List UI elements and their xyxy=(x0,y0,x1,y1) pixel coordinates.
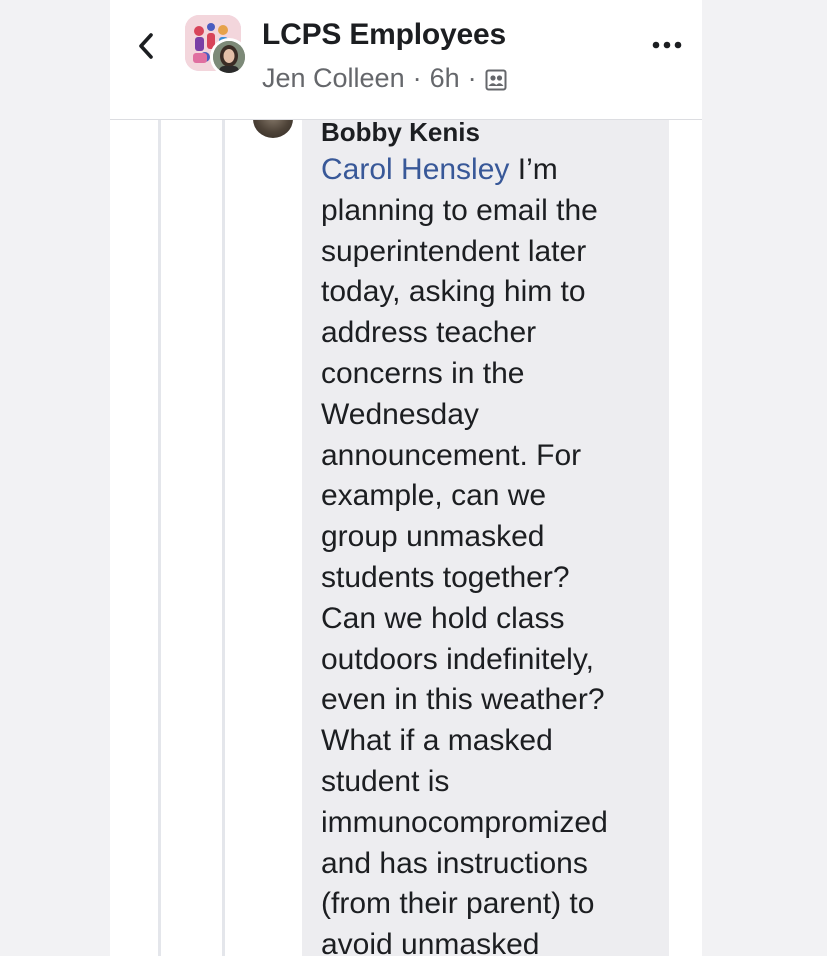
comment-line: immunocompromized xyxy=(321,805,608,839)
comment-line: concerns in the xyxy=(321,356,525,390)
mention-link[interactable]: Carol Hensley xyxy=(321,153,509,186)
person-photo-icon xyxy=(213,41,245,73)
post-page: LCPS Employees Jen Colleen · 6h · Bobby … xyxy=(110,0,702,956)
more-horizontal-icon xyxy=(652,41,682,49)
comment-line: outdoors indefinitely, xyxy=(321,642,594,676)
comment-line: Wednesday xyxy=(321,397,479,431)
comment-line: What if a masked xyxy=(321,724,553,758)
post-time[interactable]: 6h xyxy=(430,63,460,94)
comment-line: Can we hold class xyxy=(321,601,565,635)
comment-text: Carol Hensley I’m planning to email the … xyxy=(321,150,661,956)
chevron-left-icon xyxy=(139,33,153,59)
comment-line: students together? xyxy=(321,560,570,594)
thread-line xyxy=(158,119,161,956)
comment-line: announcement. For xyxy=(321,438,582,472)
comment-line: avoid unmasked xyxy=(321,928,540,956)
comment-line: student is xyxy=(321,764,450,798)
comment-line: and has instructions xyxy=(321,846,588,880)
comment-line: address teacher xyxy=(321,316,537,350)
group-audience-icon xyxy=(485,69,507,90)
comment-line: even in this weather? xyxy=(321,683,605,717)
comment-line: planning to email the xyxy=(321,193,598,227)
comment-line: today, asking him to xyxy=(321,275,586,309)
more-options-button[interactable] xyxy=(647,30,687,60)
comment-line: (from their parent) to xyxy=(321,887,595,921)
post-meta: Jen Colleen · 6h · xyxy=(262,63,507,94)
comment-line: Carol Hensley I’m xyxy=(321,153,558,186)
group-name[interactable]: LCPS Employees xyxy=(262,18,506,52)
meta-separator: · xyxy=(412,63,422,93)
meta-separator: · xyxy=(467,63,477,93)
comment-line: superintendent later xyxy=(321,234,587,268)
back-button[interactable] xyxy=(130,26,162,66)
comment-line: group unmasked xyxy=(321,520,545,554)
author-avatar[interactable] xyxy=(210,38,248,76)
post-header: LCPS Employees Jen Colleen · 6h · xyxy=(110,0,702,120)
comment-line: example, can we xyxy=(321,479,547,513)
comment-author[interactable]: Bobby Kenis xyxy=(321,117,480,148)
author-name[interactable]: Jen Colleen xyxy=(262,63,405,94)
thread-line xyxy=(222,119,225,956)
